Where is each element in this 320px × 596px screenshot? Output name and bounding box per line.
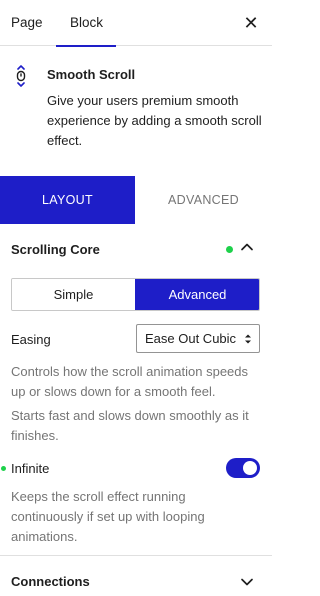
infinite-help-text: Keeps the scroll effect running continuo…: [11, 489, 205, 544]
block-card: Smooth Scroll Give your users premium sm…: [0, 47, 272, 182]
mode-simple-button[interactable]: Simple: [12, 279, 135, 310]
tab-advanced[interactable]: ADVANCED: [135, 176, 272, 224]
block-title: Smooth Scroll: [47, 67, 136, 82]
select-arrows-icon: [245, 334, 251, 344]
sidebar-top-tabs: Page Block ✕: [0, 0, 272, 47]
infinite-toggle[interactable]: [226, 458, 260, 478]
tab-block[interactable]: Block: [56, 0, 116, 47]
tab-layout[interactable]: LAYOUT: [0, 176, 135, 224]
toggle-knob: [243, 461, 257, 475]
easing-label: Easing: [11, 332, 51, 347]
tab-page[interactable]: Page: [11, 0, 47, 46]
easing-description-text: Starts fast and slows down smoothly as i…: [11, 408, 249, 443]
easing-selected-value: Ease Out Cubic: [145, 331, 237, 346]
block-description: Give your users premium smooth experienc…: [47, 93, 262, 148]
easing-select[interactable]: Ease Out Cubic: [136, 324, 260, 353]
smooth-scroll-icon: [16, 65, 26, 87]
mode-advanced-button[interactable]: Advanced: [135, 279, 259, 310]
close-icon[interactable]: ✕: [240, 12, 262, 34]
section-title: Scrolling Core: [11, 242, 100, 257]
status-dot: [226, 246, 233, 253]
infinite-label: Infinite: [11, 461, 50, 476]
mode-toggle-group: Simple Advanced: [11, 278, 260, 311]
chevron-up-icon[interactable]: [240, 240, 254, 254]
section-header-connections[interactable]: Connections: [0, 556, 272, 596]
panel-tabs: LAYOUT ADVANCED: [0, 176, 272, 224]
connections-title: Connections: [11, 574, 90, 589]
easing-help-text: Controls how the scroll animation speeds…: [11, 364, 249, 399]
chevron-down-icon: [241, 578, 253, 586]
modified-indicator-dot: [1, 466, 6, 471]
